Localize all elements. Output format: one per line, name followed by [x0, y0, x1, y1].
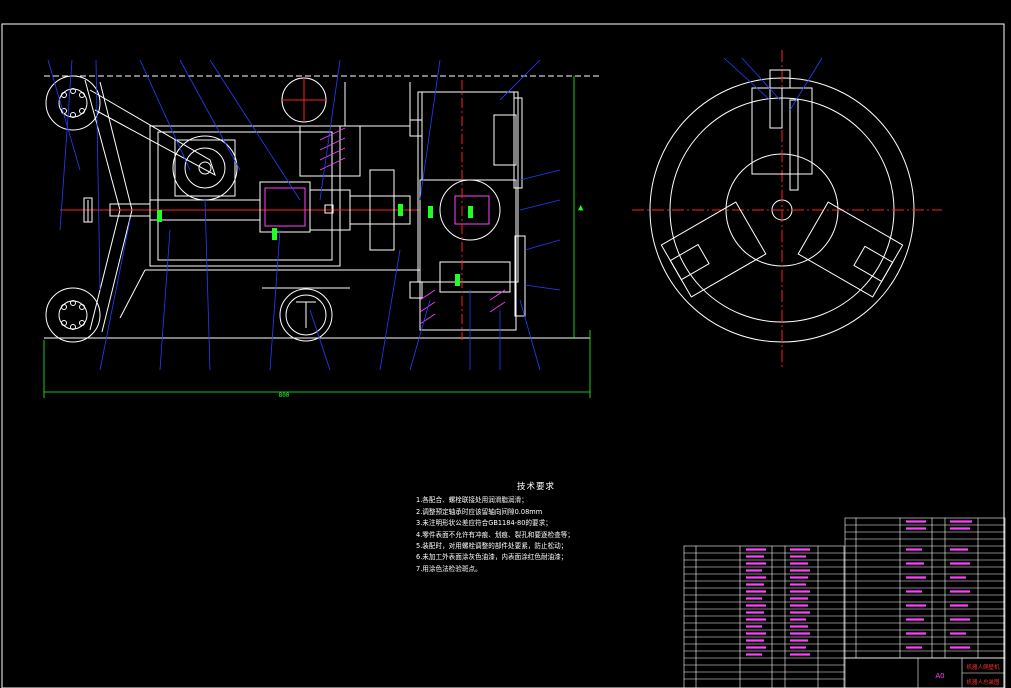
drawing-code-label: 机器人总装图	[966, 678, 1000, 686]
drive-pulley	[172, 135, 238, 201]
tech-requirement-line: 1.各配合、螺栓联接处用润滑脂润滑；	[416, 496, 528, 505]
side-view	[632, 50, 942, 370]
section-hatching	[319, 127, 506, 325]
tech-requirement-line: 6.未加工外表面涂灰色油漆，内表面涂红色耐油漆；	[416, 553, 568, 562]
tech-requirements-title: 技术要求	[516, 482, 555, 492]
tech-requirement-line: 3.未注明形状公差应符合GB1184-80的要求；	[416, 519, 552, 528]
lower-left-wheel	[45, 287, 101, 343]
overall-dimension-label: 800	[279, 392, 290, 399]
front-view	[44, 75, 600, 343]
drawing-name-label: 机器人爬壁机	[966, 663, 1000, 671]
parts-list-table	[683, 517, 1006, 688]
height-dimension-marker: ▲	[578, 203, 584, 213]
tech-requirement-line: 5.装配时，对用螺栓调整的部件处要紧，防止松动；	[416, 542, 568, 551]
dimension-lines	[43, 76, 591, 398]
upper-left-wheel	[45, 75, 101, 131]
tech-requirement-line: 7.用涂色法检验斑点。	[416, 564, 482, 573]
gearbox-housing	[417, 91, 519, 283]
side-view-leaders	[723, 57, 823, 111]
tech-requirement-line: 2.调整预定轴承时应该留轴向间隙0.08mm	[416, 507, 543, 516]
tech-requirement-line: 4.零件表面不允许有冲痕、划痕、裂孔和要逐检查等；	[416, 530, 574, 539]
technical-requirements: 技术要求 1.各配合、螺栓联接处用润滑脂润滑； 2.调整预定轴承时应该留轴向间隙…	[416, 482, 656, 575]
cad-drawing-canvas: 800 ▲ A0 机器人爬壁机 机器人总装图	[1, 23, 1006, 688]
sheet-size-label: A0	[935, 672, 944, 680]
fastener-markers	[157, 204, 473, 286]
